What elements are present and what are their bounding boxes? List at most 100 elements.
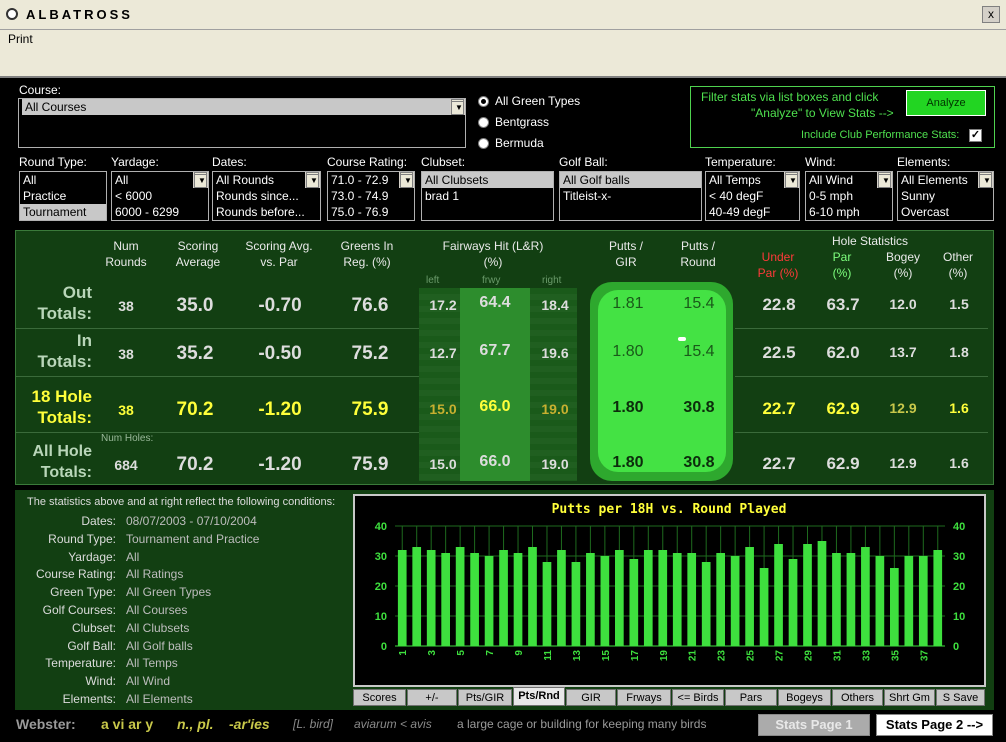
row-scoring-avg: 35.0 [176, 295, 214, 316]
scroll-down-icon[interactable]: ▼ [979, 174, 992, 188]
green-type-radio[interactable] [478, 117, 489, 128]
chart-tab[interactable]: Frways [617, 689, 671, 706]
row-putts-round: 15.4 [683, 295, 715, 312]
row-putts-round: 30.8 [683, 454, 715, 471]
filter-scrollbar[interactable]: ▲▼ [305, 172, 320, 188]
scroll-down-icon[interactable]: ▼ [400, 174, 413, 188]
stats-page2-button[interactable]: Stats Page 2 --> [876, 714, 993, 736]
course-scrollbar[interactable]: ▲▼ [450, 99, 465, 115]
chart-tab[interactable]: Scores [353, 689, 406, 706]
filter-scrollbar[interactable]: ▲▼ [877, 172, 892, 188]
filter-listbox[interactable]: 71.0 - 72.973.0 - 74.975.0 - 76.9▲▼ [327, 171, 415, 221]
filter-listbox[interactable]: All< 60006000 - 6299▲▼ [111, 171, 209, 221]
course-listbox[interactable]: All CoursesBanburyBelmar Norman ok ▲▼ [18, 98, 466, 148]
filter-item[interactable]: brad 1 [422, 188, 553, 204]
condition-value: All Courses [126, 603, 188, 617]
filter-item[interactable]: All [20, 172, 106, 188]
y-tick-label: 30 [375, 551, 387, 563]
condition-label: Green Type: [50, 585, 116, 600]
filter-item[interactable]: 75.0 - 76.9 [328, 204, 414, 220]
filter-item[interactable]: 40-49 degF [706, 204, 799, 220]
condition-value: All [126, 549, 140, 564]
row-putts-round: 30.8 [683, 399, 715, 416]
filter-listbox[interactable]: All Temps< 40 degF40-49 degF▲▼ [705, 171, 800, 221]
filter-scrollbar[interactable]: ▲▼ [193, 172, 208, 188]
filter-item[interactable]: Practice [20, 188, 106, 204]
course-item[interactable]: All Courses [22, 99, 465, 115]
row-fw-right: 18.4 [541, 297, 569, 313]
chart-tab[interactable]: Bogeys [778, 689, 831, 706]
scroll-down-icon[interactable]: ▼ [306, 174, 319, 188]
header-other: Other (%) [942, 250, 973, 280]
filter-listbox[interactable]: All ElementsSunnyOvercast▲▼ [897, 171, 994, 221]
row-vs-par: -0.50 [258, 343, 302, 364]
chart-bar [817, 541, 827, 646]
filter-label: Round Type: [19, 155, 87, 169]
filter-item[interactable]: < 40 degF [706, 188, 799, 204]
stats-page1-button[interactable]: Stats Page 1 [758, 714, 870, 736]
chart-tab[interactable]: +/- [407, 689, 457, 706]
row-putts-gir: 1.80 [612, 343, 644, 360]
scroll-down-icon[interactable]: ▼ [785, 174, 798, 188]
filter-item[interactable]: Tournament [20, 204, 106, 220]
close-button[interactable]: x [982, 6, 1000, 23]
scroll-down-icon[interactable]: ▼ [194, 174, 207, 188]
green-type-radio[interactable] [478, 138, 489, 149]
putts-chart: Putts per 18H vs. Round Played 0 0 10 10 20 20… [353, 494, 986, 687]
chart-tab[interactable]: Pts/GIR [458, 689, 512, 706]
chart-title: Putts per 18H vs. Round Played [552, 502, 787, 517]
chart-bar [774, 544, 783, 646]
condition-label: Golf Courses: [42, 603, 116, 617]
filter-item[interactable]: Rounds before... [213, 204, 320, 220]
filter-item[interactable]: 6000 - 6299 [112, 204, 208, 220]
chart-tab[interactable]: GIR [566, 689, 616, 706]
chart-bar [832, 553, 841, 646]
filter-scrollbar[interactable]: ▲▼ [978, 172, 993, 188]
filter-item[interactable]: 6-10 mph [806, 204, 892, 220]
filter-item[interactable]: < 6000 [112, 188, 208, 204]
scroll-down-icon[interactable]: ▼ [878, 174, 891, 188]
club-perf-checkbox[interactable]: ✓ [969, 129, 982, 142]
condition-value: All Green Types [126, 585, 212, 600]
chart-tab[interactable]: Pts/Rnd [513, 687, 565, 706]
filter-item[interactable]: All Rounds [213, 172, 320, 188]
chart-tab[interactable]: S Save [936, 689, 985, 706]
chart-tab[interactable]: <= Birds [672, 689, 724, 706]
filter-item[interactable]: All Golf balls [560, 172, 701, 188]
filter-item[interactable]: Titleist-x- [560, 188, 701, 204]
row-par: 63.7 [826, 295, 860, 314]
filter-item[interactable]: 73.0 - 74.9 [328, 188, 414, 204]
filter-item[interactable]: 0-5 mph [806, 188, 892, 204]
filter-listbox[interactable]: All Golf balls Titleist-x- [559, 171, 702, 221]
filter-listbox[interactable]: All Rounds Rounds since... Rounds before..… [212, 171, 321, 221]
filter-item[interactable]: Overcast [898, 204, 993, 220]
x-tick-label: 27 [775, 650, 786, 662]
header-par: Par (%) [832, 250, 852, 280]
row-divider [16, 376, 419, 377]
filter-hint-line1: Filter stats via list boxes and click [701, 90, 879, 104]
chart-tab[interactable]: Shrt Gm [884, 689, 935, 706]
filter-scrollbar[interactable]: ▲▼ [784, 172, 799, 188]
menu-bar: Print [0, 30, 1006, 48]
filter-listbox[interactable]: All Practice Tournament [19, 171, 107, 221]
filter-listbox[interactable]: All Clubsets brad 1 [421, 171, 554, 221]
condition-value: All Elements [126, 692, 193, 706]
filter-listbox[interactable]: All Wind0-5 mph6-10 mph▲▼ [805, 171, 893, 221]
row-other: 1.6 [949, 400, 969, 416]
scroll-down-icon[interactable]: ▼ [451, 101, 464, 115]
row-other: 1.8 [949, 344, 969, 360]
x-tick-label: 1 [398, 650, 409, 656]
chart-bar [513, 553, 523, 646]
filter-scrollbar[interactable]: ▲▼ [399, 172, 414, 188]
x-tick-label: 11 [543, 650, 554, 661]
analyze-button[interactable]: Analyze [906, 90, 986, 116]
num-holes-label: Num Holes: [101, 433, 154, 444]
menu-print[interactable]: Print [8, 32, 33, 46]
chart-tab[interactable]: Others [832, 689, 883, 706]
chart-tab[interactable]: Pars [725, 689, 777, 706]
chart-bar [933, 550, 943, 646]
filter-item[interactable]: Rounds since... [213, 188, 320, 204]
filter-item[interactable]: Sunny [898, 188, 993, 204]
green-type-radio[interactable] [478, 96, 489, 107]
filter-item[interactable]: All Clubsets [422, 172, 553, 188]
